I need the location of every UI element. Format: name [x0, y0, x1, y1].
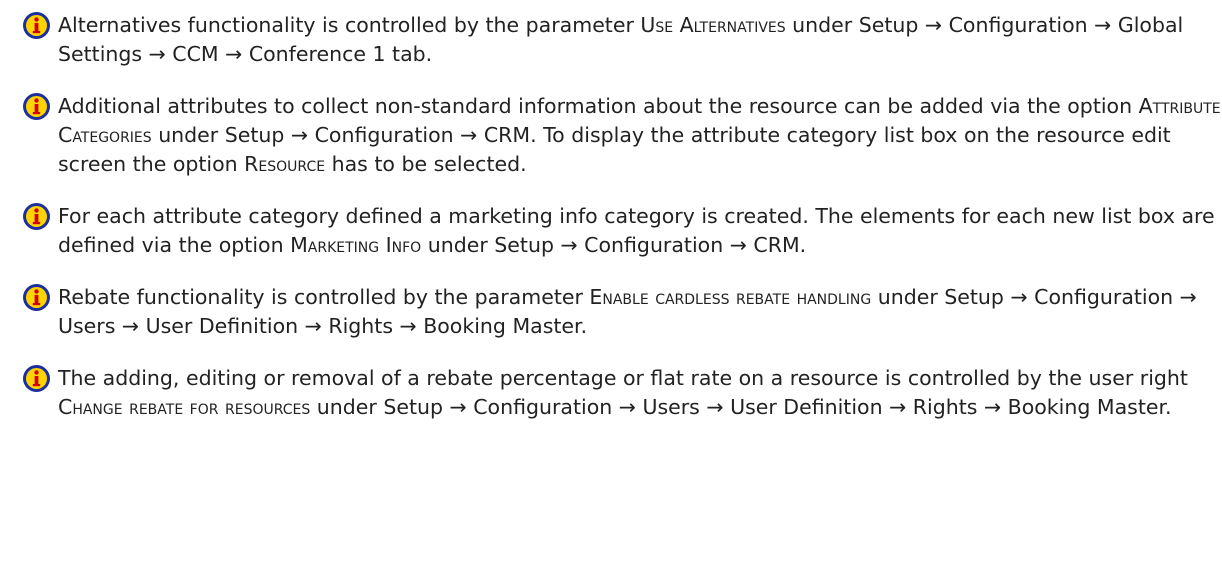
parameter-name: Use Alternatives [640, 13, 786, 37]
info-icon [22, 11, 51, 40]
info-note-alternatives: Alternatives functionality is controlled… [22, 11, 1222, 69]
note-text: under Setup → Configuration → CRM. [421, 233, 807, 257]
note-text: has to be selected. [325, 152, 527, 176]
note-text: under Setup → Configuration → Users → Us… [310, 395, 1172, 419]
parameter-name: Enable cardless rebate handling [589, 285, 872, 309]
note-text: The adding, editing or removal of a reba… [58, 366, 1188, 390]
info-note-attribute-categories: Additional attributes to collect non-sta… [22, 92, 1222, 179]
note-text: Additional attributes to collect non-sta… [58, 94, 1139, 118]
info-icon [22, 92, 51, 121]
note-text: Rebate functionality is controlled by th… [58, 285, 590, 309]
notes-list: Alternatives functionality is controlled… [0, 0, 1222, 422]
info-note-rebate-user-right: The adding, editing or removal of a reba… [22, 364, 1222, 422]
info-icon [22, 364, 51, 393]
info-note-marketing-info: For each attribute category defined a ma… [22, 202, 1222, 260]
info-note-rebate-functionality: Rebate functionality is controlled by th… [22, 283, 1222, 341]
option-name: Resource [244, 152, 326, 176]
user-right-name: Change rebate for resources [58, 395, 311, 419]
note-text: under Setup → Configuration → CRM. To di… [58, 123, 1171, 176]
option-name: Marketing Info [290, 233, 422, 257]
info-icon [22, 283, 51, 312]
info-icon [22, 202, 51, 231]
note-text: Alternatives functionality is controlled… [58, 13, 641, 37]
